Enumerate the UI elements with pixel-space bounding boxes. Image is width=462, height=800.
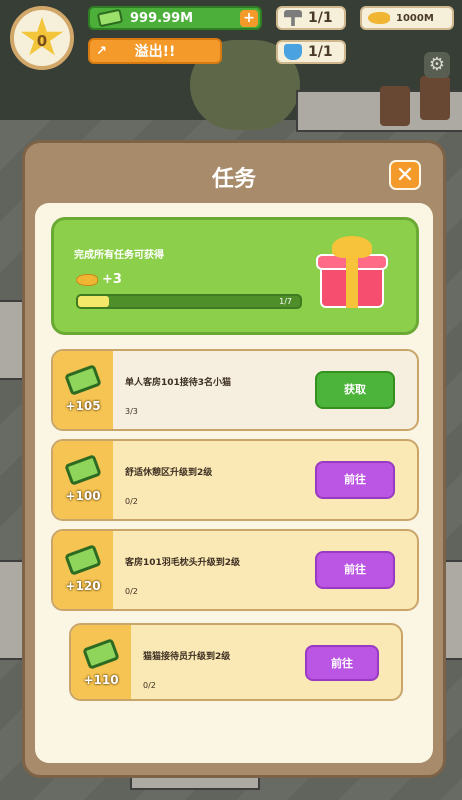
hammer-counter: 1/1 [276,6,346,30]
trend-up-icon: ↗ [96,44,107,59]
level-number: 0 [36,32,48,50]
progress-fill [78,296,110,307]
task-count: 0/2 [125,497,138,506]
task-reward-amount: +100 [65,489,101,503]
star-icon: 0 [20,17,64,56]
overflow-button[interactable]: ↗ 溢出!! [88,38,222,64]
task-count: 0/2 [143,681,156,690]
cash-icon [64,544,102,576]
banner-text: 完成所有任务可获得 [74,250,164,261]
task-row: +100 舒适休憩区升级到2级 0/2 前往 [51,439,419,521]
task-count: 0/2 [125,587,138,596]
banner-reward-amount: +3 [102,272,122,287]
all-tasks-reward-banner: 完成所有任务可获得 +3 1/7 [51,217,419,335]
overflow-label: 溢出!! [134,44,176,60]
fish-counter[interactable]: 1000M [360,6,454,30]
task-reward: +105 [53,351,113,429]
settings-gear-icon[interactable]: ⚙ [424,52,450,78]
task-progress-bar: 1/7 [76,294,302,309]
task-panel: 任务 ✕ 完成所有任务可获得 +3 1/7 +105 单人客房101接待3名小猫… [22,140,446,778]
task-name: 猫猫接待员升级到2级 [143,652,231,662]
task-row: +105 单人客房101接待3名小猫 3/3 获取 [51,349,419,431]
close-icon: ✕ [395,163,415,188]
task-reward-amount: +120 [65,579,101,593]
fish-icon [368,12,390,24]
flask-counter: 1/1 [276,40,346,64]
money-counter: 999.99M + [88,6,262,30]
gift-bow [332,236,372,258]
task-reward-amount: +105 [65,399,101,413]
task-row: +110 猫猫接待员升级到2级 0/2 前往 [69,623,403,701]
add-money-button[interactable]: + [240,10,258,27]
close-button[interactable]: ✕ [389,160,421,190]
task-name: 单人客房101接待3名小猫 [125,378,232,388]
flask-count: 1/1 [308,44,333,60]
go-button[interactable]: 前往 [315,461,395,499]
fish-amount: 1000M [396,12,434,24]
flask-icon [284,44,302,60]
task-reward-amount: +110 [83,673,119,687]
task-count: 3/3 [125,407,138,416]
task-name: 舒适休憩区升级到2级 [125,468,213,478]
task-name: 客房101羽毛枕头升级到2级 [125,558,241,568]
task-row: +120 客房101羽毛枕头升级到2级 0/2 前往 [51,529,419,611]
cash-icon [64,364,102,396]
go-button[interactable]: 前往 [305,645,379,681]
banner-reward: +3 [76,272,122,287]
claim-button[interactable]: 获取 [315,371,395,409]
cash-icon [96,8,124,28]
hammer-icon [284,10,302,26]
cash-icon [64,454,102,486]
task-reward: +100 [53,441,113,519]
cash-icon [82,638,120,670]
fish-icon [76,273,98,286]
progress-text: 1/7 [279,297,292,306]
level-badge[interactable]: 0 [10,6,74,70]
gift-ribbon [346,254,358,308]
go-button[interactable]: 前往 [315,551,395,589]
panel-body: 完成所有任务可获得 +3 1/7 +105 单人客房101接待3名小猫 3/3 … [35,203,433,763]
panel-title: 任务 [211,167,256,192]
task-reward: +120 [53,531,113,609]
task-reward: +110 [71,625,131,699]
hammer-count: 1/1 [308,10,333,26]
gift-box-icon[interactable] [316,234,388,310]
money-value: 999.99M [130,10,194,26]
